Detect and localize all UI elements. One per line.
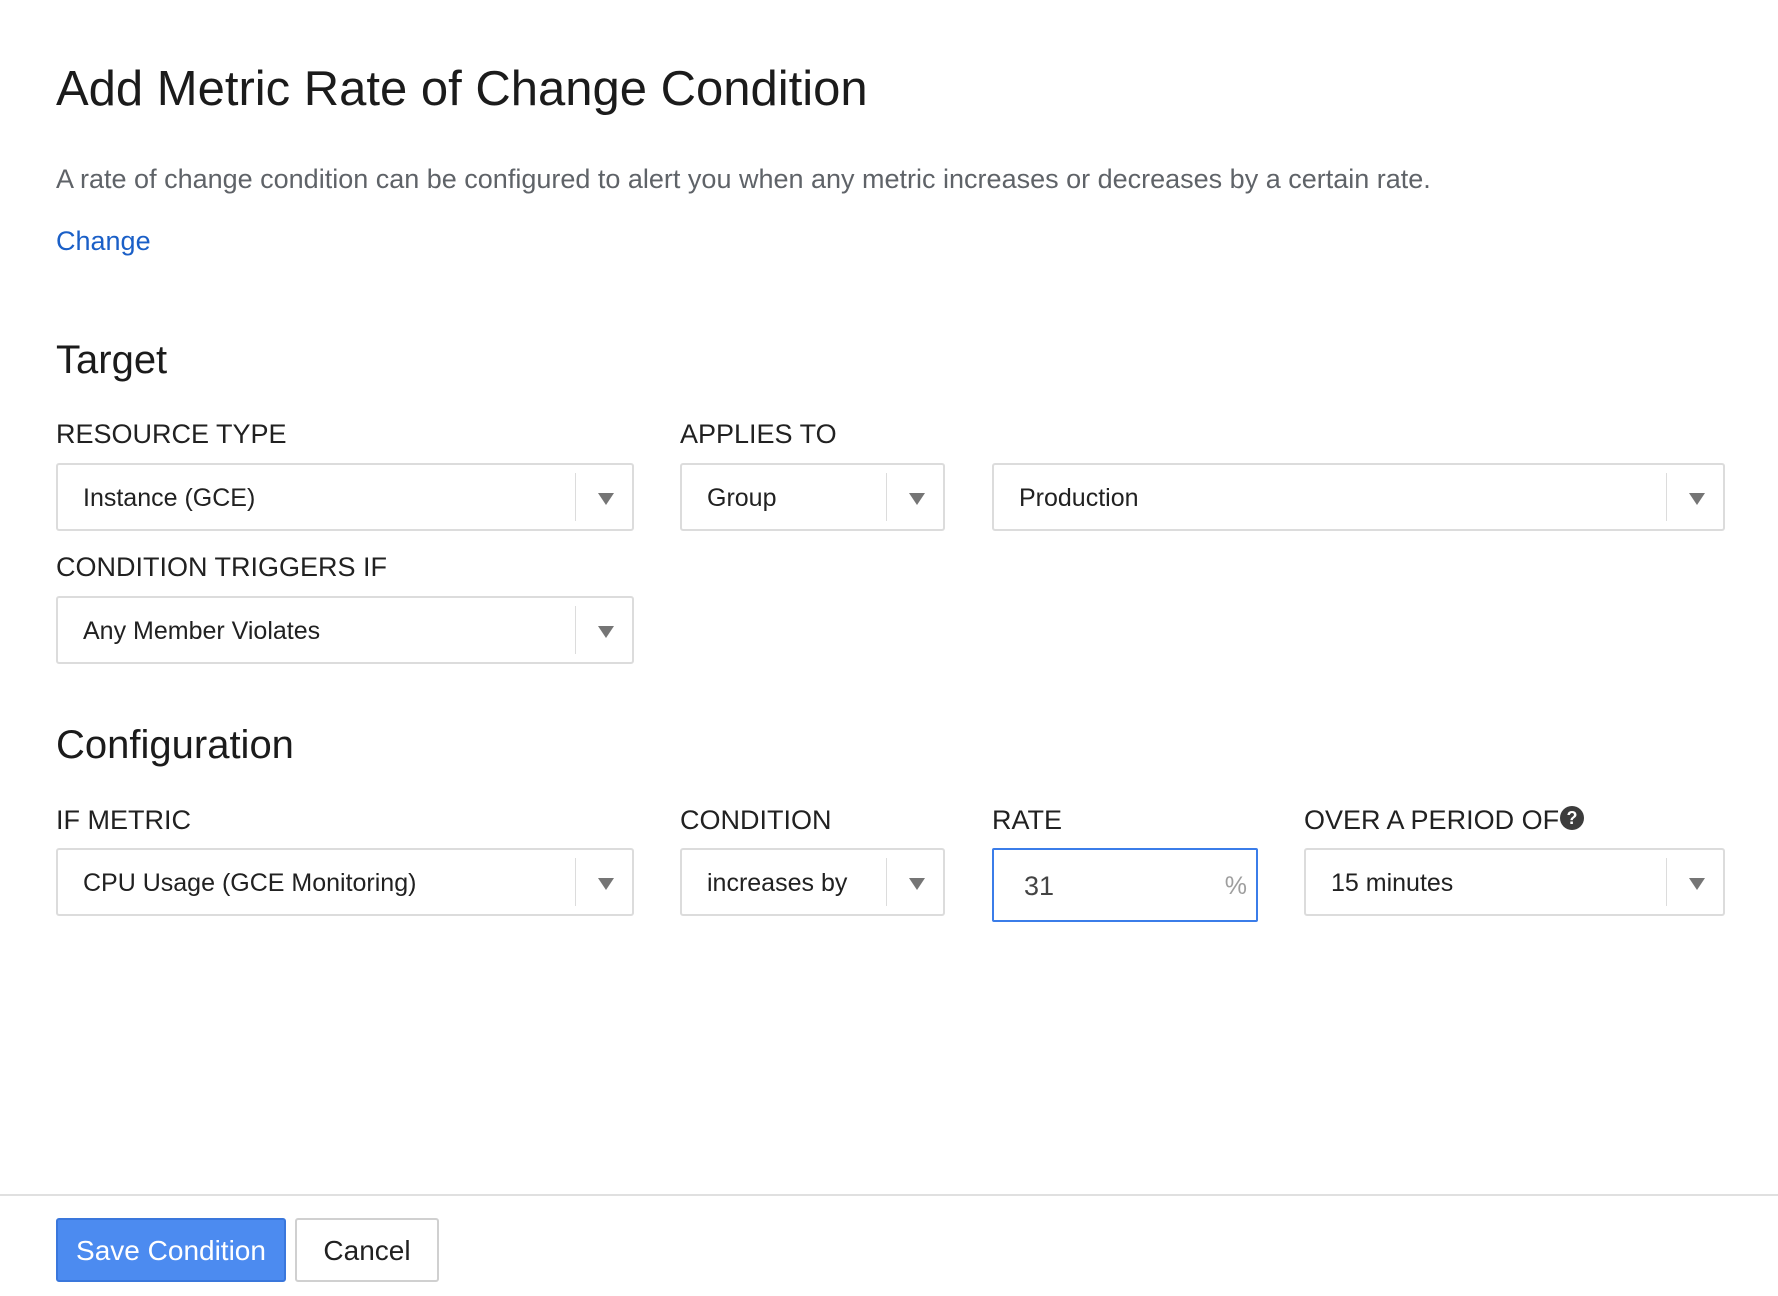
configuration-section-title: Configuration [56, 723, 294, 767]
select-divider [575, 606, 576, 654]
applies-to-label: APPLIES TO [680, 419, 837, 449]
condition-value: increases by [707, 869, 848, 897]
if-metric-value: CPU Usage (GCE Monitoring) [83, 869, 417, 897]
select-divider [1666, 473, 1667, 521]
chevron-down-icon [1689, 878, 1705, 890]
select-divider [1666, 858, 1667, 906]
save-condition-button[interactable]: Save Condition [56, 1218, 286, 1282]
footer-divider [0, 1194, 1778, 1196]
chevron-down-icon [909, 493, 925, 505]
period-value: 15 minutes [1331, 869, 1454, 897]
rate-label: RATE [992, 805, 1063, 835]
applies-to-select[interactable]: Group [680, 463, 945, 531]
group-select[interactable]: Production [992, 463, 1725, 531]
group-value: Production [1019, 484, 1139, 512]
rate-input[interactable]: 31 % [992, 848, 1258, 922]
select-divider [886, 473, 887, 521]
rate-value: 31 [1024, 871, 1055, 901]
page-title: Add Metric Rate of Change Condition [56, 62, 868, 116]
chevron-down-icon [909, 878, 925, 890]
select-divider [575, 473, 576, 521]
if-metric-label: IF METRIC [56, 805, 191, 835]
cancel-button[interactable]: Cancel [295, 1218, 439, 1282]
chevron-down-icon [598, 878, 614, 890]
resource-type-select[interactable]: Instance (GCE) [56, 463, 634, 531]
percent-unit: % [1224, 872, 1247, 900]
condition-select[interactable]: increases by [680, 848, 945, 916]
period-select[interactable]: 15 minutes [1304, 848, 1725, 916]
period-label: OVER A PERIOD OF [1304, 805, 1560, 835]
if-metric-select[interactable]: CPU Usage (GCE Monitoring) [56, 848, 634, 916]
condition-triggers-label: CONDITION TRIGGERS IF [56, 552, 388, 582]
select-divider [575, 858, 576, 906]
condition-triggers-value: Any Member Violates [83, 617, 321, 645]
condition-triggers-select[interactable]: Any Member Violates [56, 596, 634, 664]
resource-type-label: RESOURCE TYPE [56, 419, 287, 449]
condition-label: CONDITION [680, 805, 832, 835]
select-divider [886, 858, 887, 906]
applies-to-value: Group [707, 484, 777, 512]
question-circle-icon[interactable]: ? [1560, 806, 1584, 830]
chevron-down-icon [598, 493, 614, 505]
target-section-title: Target [56, 338, 168, 382]
page-description: A rate of change condition can be config… [56, 164, 1431, 194]
chevron-down-icon [598, 626, 614, 638]
resource-type-value: Instance (GCE) [83, 484, 256, 512]
chevron-down-icon [1689, 493, 1705, 505]
change-condition-type-link[interactable]: Change [56, 226, 151, 257]
